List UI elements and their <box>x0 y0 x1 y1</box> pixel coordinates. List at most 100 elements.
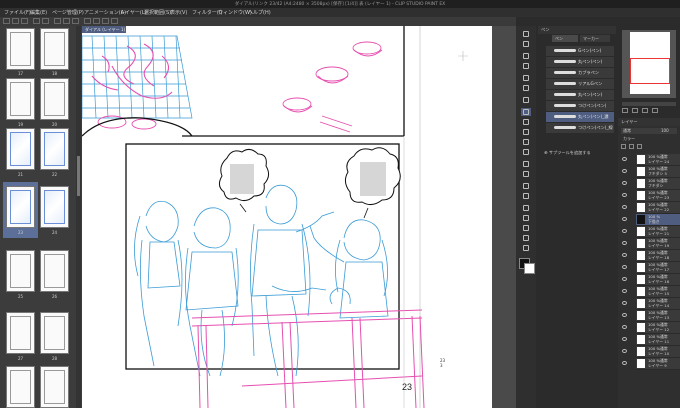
transform-icon[interactable] <box>63 18 70 24</box>
brush-item-selected[interactable]: 丸ペン(ペン)_濃 <box>546 112 614 122</box>
page-thumbnail[interactable] <box>40 366 69 408</box>
brush-item[interactable]: カブラペン <box>546 68 614 78</box>
eye-icon[interactable] <box>622 205 627 209</box>
airbrush-tool[interactable] <box>521 138 531 146</box>
brush-item[interactable]: リアルGペン <box>546 79 614 89</box>
eye-icon[interactable] <box>622 217 627 221</box>
selection-tool[interactable] <box>521 74 531 82</box>
new-folder-icon[interactable] <box>629 144 634 149</box>
menu-window[interactable]: ウィンドウ(W) <box>218 9 252 16</box>
snap-ruler-icon[interactable] <box>93 18 100 24</box>
move-tool[interactable] <box>521 52 531 60</box>
pen-tool[interactable] <box>521 108 531 116</box>
page-thumbnail-selected[interactable] <box>6 186 35 228</box>
layer-row[interactable]: 100 %通常 レイヤー 21 <box>622 226 680 238</box>
brush-item[interactable]: Gペン(ペン) <box>546 46 614 56</box>
zoom-in-icon[interactable] <box>632 108 638 113</box>
undo-icon[interactable] <box>33 18 40 24</box>
frame-tool[interactable] <box>521 214 531 222</box>
brush-item[interactable]: 丸ペン(ペン) <box>546 57 614 67</box>
eye-icon[interactable] <box>622 253 627 257</box>
brush-item[interactable]: つけペン(ペン) <box>546 101 614 111</box>
eye-icon[interactable] <box>622 169 627 173</box>
menu-edit[interactable]: 編集(E) <box>30 9 47 16</box>
eye-icon[interactable] <box>622 181 627 185</box>
menu-page[interactable]: ページ管理(P) <box>52 9 84 16</box>
layer-row[interactable]: 100 %通常 フキダシ 5 <box>622 166 680 178</box>
snap-grid-icon[interactable] <box>102 18 109 24</box>
layer-row[interactable]: 100 %通常 レイヤー 16 <box>622 274 680 286</box>
operation-tool[interactable] <box>521 62 531 70</box>
layer-row[interactable]: 100 %通常 レイヤー 15 <box>622 286 680 298</box>
ruler-tool[interactable] <box>521 224 531 232</box>
add-sub-tool-button[interactable]: ⊕ サブツールを追加する <box>544 150 591 156</box>
page-thumbnail[interactable] <box>40 78 69 120</box>
menu-help[interactable]: ヘルプ(H) <box>248 9 271 16</box>
menu-file[interactable]: ファイル(F) <box>4 9 31 16</box>
zoom-slider[interactable] <box>622 102 676 106</box>
snap-icon[interactable] <box>84 18 91 24</box>
eraser-tool[interactable] <box>521 160 531 168</box>
navigator-preview[interactable] <box>622 30 676 98</box>
fit-icon[interactable] <box>642 108 648 113</box>
layer-row[interactable]: 100 %通常 レイヤー 13 <box>622 310 680 322</box>
canvas-area[interactable]: 23 23 3 <box>82 26 516 408</box>
eye-icon[interactable] <box>622 277 627 281</box>
layer-row[interactable]: 100 %通常 レイヤー 22 <box>622 202 680 214</box>
blend-mode-select[interactable]: 通常 100 <box>621 128 677 134</box>
page-panel-scroll-thumb[interactable] <box>77 156 80 196</box>
save-icon[interactable] <box>21 18 28 24</box>
page-thumbnail[interactable] <box>6 28 35 70</box>
page-thumbnail[interactable] <box>40 28 69 70</box>
snap-perspective-icon[interactable] <box>111 18 118 24</box>
brush-item[interactable]: 丸ペン(ペン) <box>546 90 614 100</box>
eye-icon[interactable] <box>622 349 627 353</box>
eye-icon[interactable] <box>622 193 627 197</box>
sub-color-swatch[interactable] <box>524 263 535 274</box>
decoration-tool[interactable] <box>521 148 531 156</box>
page-thumbnail[interactable] <box>6 250 35 292</box>
rotate-icon[interactable] <box>652 108 658 113</box>
zoom-out-icon[interactable] <box>622 108 628 113</box>
eye-icon[interactable] <box>622 337 627 341</box>
figure-tool[interactable] <box>521 204 531 212</box>
page-thumbnail[interactable] <box>6 366 35 408</box>
clear-icon[interactable] <box>54 18 61 24</box>
canvas-tab[interactable]: ダイアル (レイヤー 1) <box>82 26 126 33</box>
brush-tool[interactable] <box>521 128 531 136</box>
page-thumbnail[interactable] <box>40 250 69 292</box>
eye-icon[interactable] <box>622 289 627 293</box>
eye-icon[interactable] <box>622 157 627 161</box>
page-thumbnail[interactable] <box>6 312 35 354</box>
tab-pen[interactable]: ペン <box>552 35 578 42</box>
eye-icon[interactable] <box>622 229 627 233</box>
eye-icon[interactable] <box>622 265 627 269</box>
layer-row[interactable]: 100 %通常 レイヤー 9 <box>622 358 680 370</box>
delete-layer-icon[interactable] <box>637 144 642 149</box>
layer-row[interactable]: 100 %通常 フキダシ <box>622 178 680 190</box>
page-thumbnail[interactable] <box>6 78 35 120</box>
open-icon[interactable] <box>12 18 19 24</box>
fill-icon[interactable] <box>72 18 79 24</box>
layer-row[interactable]: 100 %通常 レイヤー 12 <box>622 322 680 334</box>
fill-tool[interactable] <box>521 182 531 190</box>
page-thumbnail[interactable] <box>40 186 69 228</box>
page-thumbnail[interactable] <box>40 312 69 354</box>
layer-row[interactable]: 100 %通常 レイヤー 24 <box>622 154 680 166</box>
hand-tool[interactable] <box>521 40 531 48</box>
zoom-tool[interactable] <box>521 30 531 38</box>
layer-row[interactable]: 100 %通常 レイヤー 23 <box>622 190 680 202</box>
tab-marker[interactable]: マーカー <box>580 35 610 42</box>
new-icon[interactable] <box>3 18 10 24</box>
layer-color-row[interactable]: カラー <box>621 136 677 142</box>
brush-item[interactable]: つけペン(ペン)_線 <box>546 123 614 133</box>
gradient-tool[interactable] <box>521 192 531 200</box>
pencil-tool[interactable] <box>521 118 531 126</box>
layer-row[interactable]: 100 %通常 レイヤー 14 <box>622 298 680 310</box>
layer-row[interactable]: 100 %通常 レイヤー 18 <box>622 250 680 262</box>
balloon-tool[interactable] <box>521 244 531 252</box>
manga-page[interactable]: 23 23 3 <box>82 26 502 408</box>
page-panel-scrollbar[interactable] <box>76 26 81 408</box>
eye-icon[interactable] <box>622 241 627 245</box>
eye-icon[interactable] <box>622 301 627 305</box>
